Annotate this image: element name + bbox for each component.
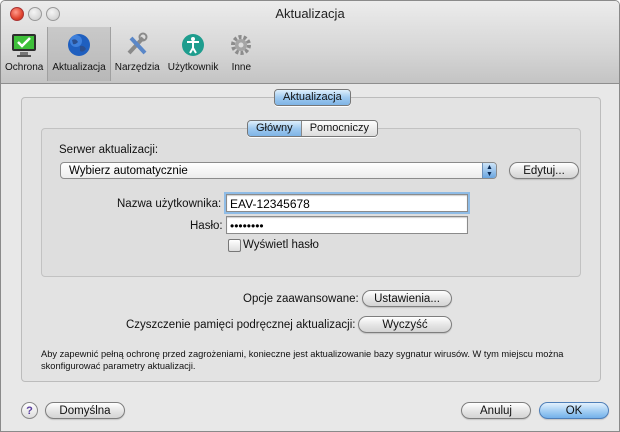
cancel-button[interactable]: Anuluj <box>461 402 531 419</box>
toolbar: Ochrona Aktualizacja Narzędzia Użytkowni… <box>1 27 260 83</box>
clear-cache-label: Czyszczenie pamięci podręcznej aktualiza… <box>126 319 356 331</box>
toolbar-item-inne[interactable]: Inne <box>222 27 260 81</box>
toolbar-label: Narzędzia <box>114 62 160 73</box>
content-area: Aktualizacja Główny Pomocniczy Serwer ak… <box>1 84 619 431</box>
server-label: Serwer aktualizacji: <box>59 144 159 156</box>
chevron-updown-icon: ▲ ▼ <box>482 163 496 178</box>
toolbar-label: Aktualizacja <box>52 62 106 73</box>
server-select[interactable]: Wybierz automatycznie ▲ ▼ <box>60 162 497 179</box>
tab-aktualizacja[interactable]: Aktualizacja <box>275 90 350 105</box>
globe-icon <box>68 34 91 56</box>
gear-icon <box>231 35 252 55</box>
toolbar-item-uzytkownik[interactable]: Użytkownik <box>164 27 223 81</box>
username-label: Nazwa użytkownika: <box>117 198 222 210</box>
title-bar: Aktualizacja Ochrona Aktualizacja Narzęd… <box>1 1 619 84</box>
advanced-options-label: Opcje zaawansowane: <box>243 293 359 305</box>
toolbar-item-narzedzia[interactable]: Narzędzia <box>111 27 164 81</box>
monitor-checkmark-icon <box>12 34 37 57</box>
default-button[interactable]: Domyślna <box>45 402 125 419</box>
toolbar-label: Inne <box>231 62 252 73</box>
description-text: Aby zapewnić pełną ochronę przed zagroże… <box>41 349 564 371</box>
show-password-label: Wyświetl hasło <box>243 239 319 251</box>
window-title: Aktualizacja <box>275 6 345 21</box>
toolbar-label: Ochrona <box>5 62 44 73</box>
ok-button[interactable]: OK <box>539 402 609 419</box>
settings-button[interactable]: Ustawienia... <box>362 290 452 307</box>
toolbar-item-ochrona[interactable]: Ochrona <box>1 27 47 81</box>
toolbar-item-aktualizacja[interactable]: Aktualizacja <box>47 27 111 81</box>
section-tab: Aktualizacja <box>274 89 351 106</box>
help-button[interactable]: ? <box>21 402 38 419</box>
tab-pomocniczy[interactable]: Pomocniczy <box>301 121 377 136</box>
toolbar-label: Użytkownik <box>167 62 219 73</box>
tools-icon <box>127 32 148 55</box>
show-password-checkbox[interactable] <box>228 239 241 252</box>
server-select-value: Wybierz automatycznie <box>69 165 188 177</box>
preferences-window: Aktualizacja Ochrona Aktualizacja Narzęd… <box>0 0 620 432</box>
edit-button[interactable]: Edytuj... <box>509 162 579 179</box>
username-field[interactable]: EAV-12345678 <box>226 194 468 212</box>
accessibility-user-icon <box>182 34 205 56</box>
password-label: Hasło: <box>190 220 223 232</box>
password-field[interactable]: •••••••• <box>226 216 468 234</box>
tab-glowny[interactable]: Główny <box>248 121 302 136</box>
subtab-switcher: Główny Pomocniczy <box>247 120 378 137</box>
clear-cache-button[interactable]: Wyczyść <box>358 316 452 333</box>
